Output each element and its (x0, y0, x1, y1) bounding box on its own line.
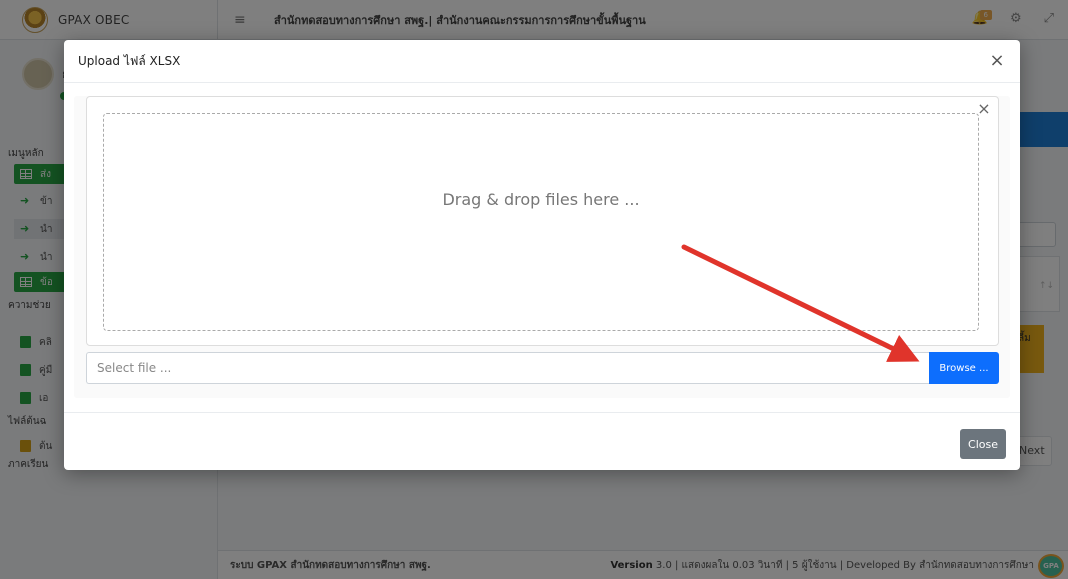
modal-title: Upload ไฟล์ XLSX (78, 53, 181, 68)
file-name-field[interactable]: Select file ... (86, 352, 929, 384)
browse-button[interactable]: Browse ... (929, 352, 999, 384)
file-preview-panel: × Drag & drop files here ... (86, 96, 999, 346)
drop-zone-text: Drag & drop files here ... (442, 189, 640, 209)
drop-zone[interactable]: Drag & drop files here ... (103, 113, 979, 331)
close-button[interactable]: Close (960, 429, 1006, 459)
modal-close-icon[interactable]: × (988, 52, 1006, 70)
file-input-area: × Drag & drop files here ... Select file… (74, 96, 1010, 398)
modal-header: Upload ไฟล์ XLSX × (64, 40, 1020, 83)
modal-footer: Close (64, 412, 1020, 470)
file-select-group: Select file ... Browse ... (86, 352, 999, 384)
upload-modal: Upload ไฟล์ XLSX × × Drag & drop files h… (64, 40, 1020, 470)
